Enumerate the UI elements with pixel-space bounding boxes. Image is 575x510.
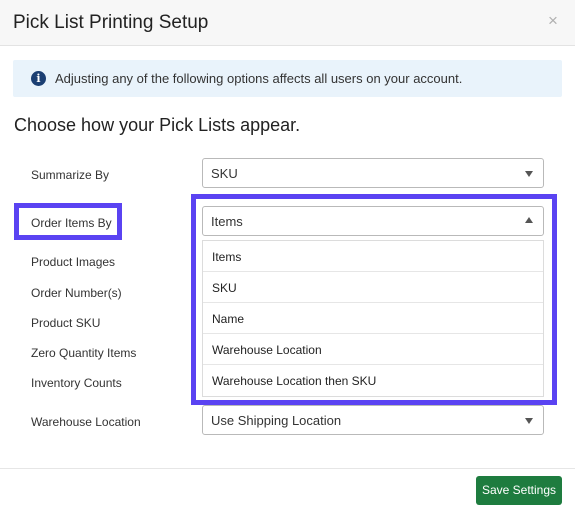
warehouse-location-select[interactable]: Use Shipping Location	[202, 405, 544, 435]
summarize-by-select[interactable]: SKU	[202, 158, 544, 188]
zero-quantity-items-label: Zero Quantity Items	[31, 346, 137, 360]
summarize-by-label: Summarize By	[31, 168, 110, 182]
info-circle-icon: i	[31, 71, 46, 86]
chevron-down-icon	[525, 171, 533, 177]
summarize-by-value: SKU	[211, 166, 238, 181]
pick-list-setup-modal: Pick List Printing Setup × i Adjusting a…	[0, 0, 575, 510]
product-images-label: Product Images	[31, 255, 116, 269]
chevron-down-icon	[525, 418, 533, 424]
save-settings-button[interactable]: Save Settings	[476, 476, 562, 505]
close-icon[interactable]: ×	[546, 12, 560, 29]
modal-title: Pick List Printing Setup	[13, 12, 209, 33]
product-sku-label: Product SKU	[31, 316, 101, 330]
modal-header: Pick List Printing Setup ×	[0, 0, 575, 46]
order-items-by-label: Order Items By	[31, 216, 112, 230]
order-numbers-label: Order Number(s)	[31, 286, 122, 300]
section-heading: Choose how your Pick Lists appear.	[14, 115, 301, 135]
warehouse-location-value: Use Shipping Location	[211, 413, 342, 428]
footer-divider	[0, 468, 575, 469]
info-banner-text: Adjusting any of the following options a…	[55, 71, 463, 86]
order-items-dropdown-highlight	[191, 194, 557, 405]
warehouse-location-label: Warehouse Location	[31, 415, 141, 429]
inventory-counts-label: Inventory Counts	[31, 376, 122, 390]
info-banner: i Adjusting any of the following options…	[13, 60, 562, 97]
